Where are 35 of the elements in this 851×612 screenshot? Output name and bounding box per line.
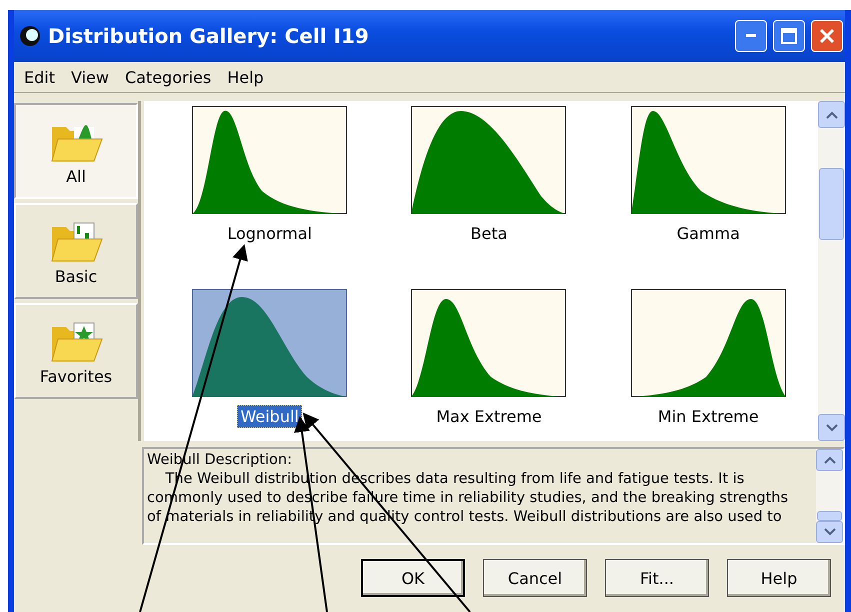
menu-item[interactable]: Help bbox=[219, 66, 272, 88]
minimize-icon bbox=[746, 34, 756, 38]
window-title: Distribution Gallery: Cell I19 bbox=[48, 24, 370, 48]
distribution-thumbnail[interactable] bbox=[630, 289, 786, 397]
distribution-label[interactable]: Weibull bbox=[237, 405, 302, 428]
close-button[interactable] bbox=[811, 20, 843, 52]
distribution-label[interactable]: Min Extreme bbox=[654, 405, 762, 428]
scrollbar-thumb[interactable] bbox=[817, 511, 842, 521]
category-button[interactable]: All bbox=[14, 103, 138, 199]
maximize-icon bbox=[781, 28, 797, 44]
menu-item[interactable]: View bbox=[62, 66, 117, 88]
distribution-label[interactable]: Lognormal bbox=[224, 222, 315, 245]
scrollbar-thumb[interactable] bbox=[819, 168, 844, 240]
distribution-thumbnail[interactable] bbox=[411, 289, 566, 397]
category-button[interactable]: Basic bbox=[14, 203, 138, 299]
dialog-button[interactable]: OK bbox=[361, 559, 465, 597]
menu-item[interactable]: Categories bbox=[116, 66, 220, 88]
minimize-button[interactable] bbox=[735, 20, 767, 52]
distribution-label[interactable]: Max Extreme bbox=[433, 405, 545, 428]
scrollbar[interactable] bbox=[818, 101, 845, 441]
distribution-thumbnail[interactable] bbox=[192, 289, 348, 397]
distribution-label[interactable]: Beta bbox=[468, 222, 510, 245]
maximize-button[interactable] bbox=[773, 20, 805, 52]
dialog-button[interactable]: Cancel bbox=[483, 559, 587, 597]
close-icon bbox=[819, 28, 835, 44]
scrollbar[interactable] bbox=[816, 449, 843, 543]
distribution-thumbnail[interactable] bbox=[630, 106, 786, 214]
dialog-button[interactable]: Fit... bbox=[605, 559, 709, 597]
distribution-thumbnail[interactable] bbox=[192, 106, 348, 214]
distribution-label[interactable]: Gamma bbox=[674, 222, 743, 245]
dialog-button[interactable]: Help bbox=[727, 559, 831, 597]
app-logo-icon bbox=[18, 24, 42, 48]
menu-item[interactable]: Edit bbox=[16, 66, 63, 88]
category-button[interactable]: Favorites bbox=[14, 303, 138, 399]
distribution-thumbnail[interactable] bbox=[411, 106, 566, 214]
